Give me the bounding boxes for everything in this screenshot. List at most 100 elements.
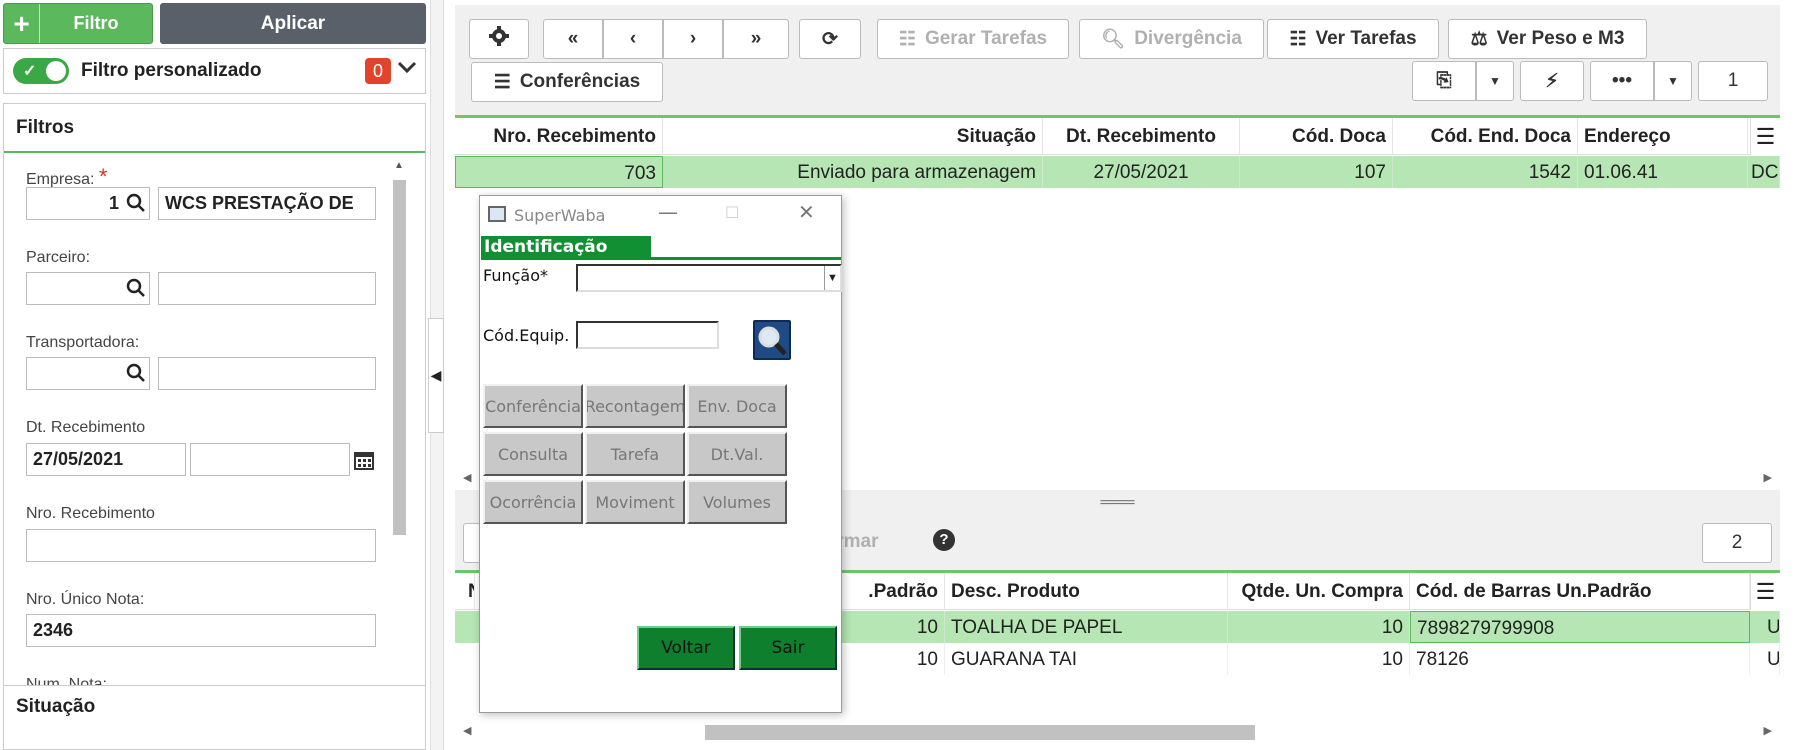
filters-divider [4,151,425,153]
cell-qtde-compra: 10 [1228,611,1410,643]
nro-unico-nota-label: Nro. Único Nota: [26,591,145,608]
ver-tarefas-button[interactable]: ☷ Ver Tarefas [1267,19,1439,59]
cell-desc-produto: GUARANA TAI [945,643,1228,675]
col-padrao[interactable]: .Padrão [835,573,945,610]
col-n[interactable]: N [455,573,475,610]
divergencia-label: Divergência [1134,28,1242,49]
dt-val-button[interactable]: Dt.Val. [687,432,787,476]
minimize-icon[interactable]: — [658,200,678,224]
prev-page-button[interactable]: ‹ [603,19,663,59]
transportadora-name-input[interactable] [158,357,376,390]
section-header: Identificação [SUP] [481,236,651,277]
export-button[interactable]: ⎘ [1412,61,1476,101]
cell-cod-doca: 107 [1240,156,1393,188]
col-situacao[interactable]: Situação [663,118,1043,155]
moviment-button[interactable]: Moviment [585,480,685,524]
more-dropdown-button[interactable]: ▼ [1654,61,1692,101]
search-icon[interactable] [753,320,791,360]
divergencia-button[interactable]: 🔍︎ Divergência [1079,19,1264,59]
filters-scrollbar[interactable]: ▲ ▼ [392,160,407,701]
chevron-right-icon: › [689,28,697,49]
chevron-left-icon: ◀ [430,367,442,383]
scroll-left-icon[interactable]: ◀ [463,471,471,484]
consulta-button[interactable]: Consulta [483,432,583,476]
conferencias-label: Conferências [519,71,641,92]
ver-peso-button[interactable]: ⚖ Ver Peso e M3 [1448,19,1647,59]
custom-filter-toggle[interactable]: ✓ [13,58,69,84]
column-menu-icon[interactable]: ☰ [1750,573,1780,610]
funcao-select[interactable]: ▼ [576,264,842,292]
scroll-up-icon[interactable]: ▲ [394,160,404,171]
situacao-section[interactable]: Situação [3,685,426,750]
caret-down-icon[interactable]: ▼ [824,266,840,290]
col-cod-barras[interactable]: Cód. de Barras Un.Padrão [1410,573,1750,610]
col-qtde-compra[interactable]: Qtde. Un. Compra [1228,573,1410,610]
scroll-right-icon[interactable]: ▶ [1764,471,1772,484]
page-margin [1783,0,1810,750]
col-nro-recebimento[interactable]: Nro. Recebimento [455,118,663,155]
chevron-down-icon[interactable] [397,58,417,79]
next-page-button[interactable]: › [663,19,723,59]
settings-button[interactable] [469,19,529,59]
cell-qtde-compra: 10 [1228,643,1410,675]
column-menu-icon[interactable]: ☰ [1750,118,1780,155]
nro-unico-nota-input[interactable]: 2346 [26,614,376,647]
conferencia-button[interactable]: Conferência [483,384,583,428]
add-filter-button[interactable]: + Filtro [3,3,153,44]
dt-recebimento-end-input[interactable] [190,443,350,476]
maximize-icon[interactable]: ☐ [725,203,739,222]
recontagem-button[interactable]: Recontagem [585,384,685,428]
last-page-button[interactable]: » [723,19,789,59]
filters-title: Filtros [16,117,75,138]
search-icon[interactable] [126,193,146,218]
parceiro-name-input[interactable] [158,272,376,305]
list-icon: ☷ [898,28,916,50]
env-doca-button[interactable]: Env. Doca [687,384,787,428]
collapse-panel-button[interactable]: ◀ [428,318,444,433]
export-dropdown-button[interactable]: ▼ [1476,61,1514,101]
tarefa-button[interactable]: Tarefa [585,432,685,476]
cell-nro-recebimento: 703 [455,156,663,188]
search-icon[interactable] [126,278,146,303]
dialog-titlebar: SuperWaba — ☐ ✕ [480,196,841,234]
nro-recebimento-input[interactable] [26,529,376,562]
first-page-button[interactable]: « [543,19,603,59]
more-button[interactable]: ••• [1590,61,1654,101]
grid-hscrollbar[interactable]: ◀ ▶ [455,723,1780,741]
search-icon[interactable] [126,363,146,388]
volumes-button[interactable]: Volumes [687,480,787,524]
close-icon[interactable]: ✕ [798,200,815,224]
ocorrencia-button[interactable]: Ocorrência [483,480,583,524]
col-endereco[interactable]: Endereço [1578,118,1748,155]
cod-equip-label: Cód.Equip. [483,326,570,345]
help-icon[interactable]: ? [933,529,955,551]
scrollbar-thumb[interactable] [705,725,1255,740]
weight-icon: ⚖ [1470,28,1488,50]
conferencias-button[interactable]: ☰ Conferências [471,62,663,102]
empresa-label-text: Empresa: [26,171,95,188]
chevron-left-icon: ‹ [629,28,637,49]
cell-padrao: 10 [835,643,945,675]
refresh-button[interactable]: ⟳ [799,19,861,59]
scroll-left-icon[interactable]: ◀ [463,724,471,737]
cell-overflow: U [1765,611,1780,643]
plus-icon: + [4,4,40,43]
gerar-tarefas-button[interactable]: ☷ Gerar Tarefas [877,19,1069,59]
actions-button[interactable]: ⚡︎ [1520,61,1584,101]
cell-cod-barras: 78126 [1410,643,1750,675]
empresa-name-input[interactable]: WCS PRESTAÇÃO DE [158,187,376,220]
sair-button[interactable]: Sair [739,626,837,670]
table-row[interactable]: 703 Enviado para armazenagem 27/05/2021 … [455,156,1780,188]
col-cod-doca[interactable]: Cód. Doca [1240,118,1393,155]
export-icon: ⎘ [1436,70,1452,91]
calendar-icon[interactable] [354,450,374,475]
dt-recebimento-start-input[interactable]: 27/05/2021 [26,443,186,476]
col-dt-recebimento[interactable]: Dt. Recebimento [1043,118,1240,155]
scroll-right-icon[interactable]: ▶ [1764,724,1772,737]
voltar-button[interactable]: Voltar [637,626,735,670]
apply-button[interactable]: Aplicar [160,3,426,44]
col-desc-produto[interactable]: Desc. Produto [945,573,1228,610]
scrollbar-thumb[interactable] [393,180,406,535]
col-cod-end-doca[interactable]: Cód. End. Doca [1393,118,1578,155]
cod-equip-input[interactable] [576,321,719,349]
